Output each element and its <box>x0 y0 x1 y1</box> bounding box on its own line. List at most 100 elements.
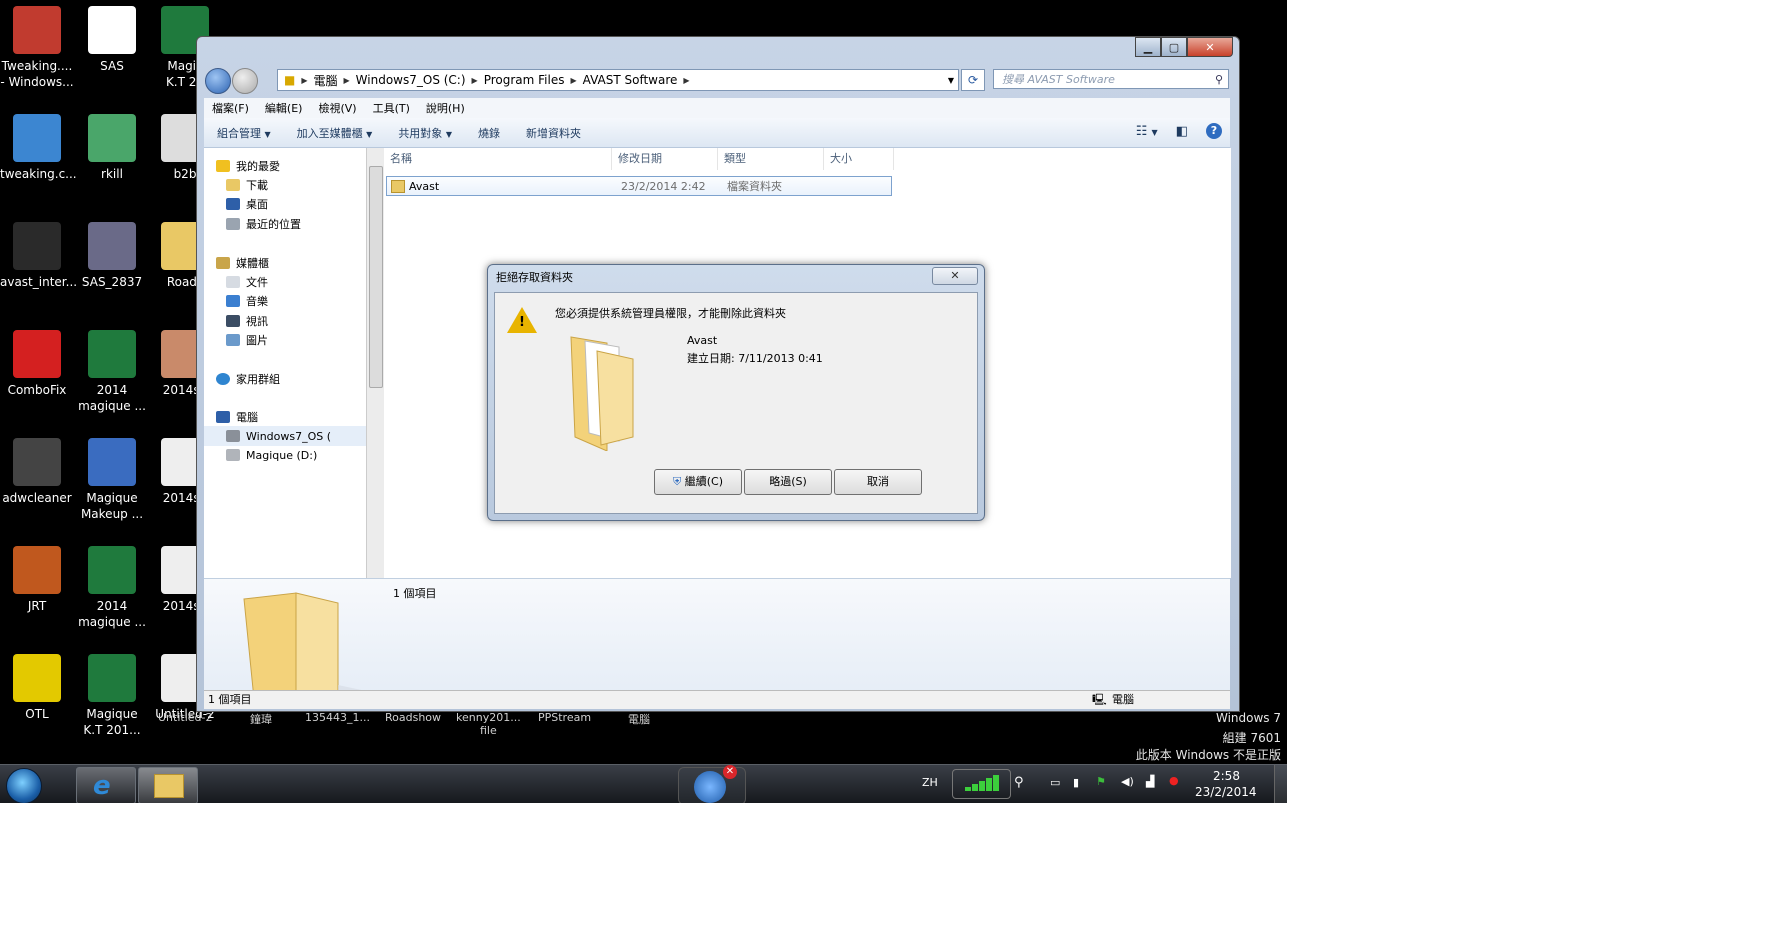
forward-button[interactable] <box>232 68 258 94</box>
cancel-button[interactable]: 取消 <box>834 469 922 495</box>
clock-date[interactable]: 23/2/2014 <box>1195 785 1257 799</box>
drive-icon <box>226 449 240 461</box>
column-modified[interactable]: 修改日期 <box>612 148 718 170</box>
minimize-button[interactable]: ▁ <box>1135 37 1161 57</box>
taskbar-ie[interactable]: e <box>76 767 136 803</box>
desktop-icon[interactable]: OTL <box>0 654 74 722</box>
desktop-icon-label-partial[interactable]: 鐘瑋 <box>250 711 272 727</box>
file-modified: 23/2/2014 2:42 <box>621 179 706 193</box>
menu-view[interactable]: 檢視(V) <box>310 100 364 116</box>
taskbar-explorer[interactable] <box>138 767 198 803</box>
desktop-icon[interactable]: 2014 magique ... <box>75 546 149 630</box>
wireless-icon[interactable]: ⚲ <box>1014 775 1024 790</box>
signal-bar <box>979 781 985 791</box>
dialog-close-button[interactable]: ✕ <box>932 267 978 285</box>
desktop-icon[interactable]: Tweaking.... - Windows... <box>0 6 74 90</box>
desktop-icon[interactable]: ComboFix <box>0 330 74 398</box>
preview-pane-icon[interactable]: ◧ <box>1176 124 1188 139</box>
desktop-icon[interactable]: SAS_2837 <box>75 222 149 290</box>
desktop-icon[interactable]: tweaking.c... <box>0 114 77 182</box>
continue-label: 繼續(C) <box>684 475 723 488</box>
nav-documents[interactable]: 文件 <box>226 272 268 292</box>
view-options-icon[interactable]: ☷ ▼ <box>1136 124 1158 139</box>
column-name[interactable]: 名稱 <box>384 148 612 170</box>
include-library-button[interactable]: 加入至媒體櫃 ▼ <box>284 125 386 141</box>
desktop-icon-label-partial[interactable]: PPStream <box>538 711 591 724</box>
help-icon[interactable]: ? <box>1206 123 1222 139</box>
notification-icon[interactable]: ● <box>1169 774 1179 787</box>
start-button[interactable] <box>6 768 42 803</box>
desktop-icon[interactable]: 2014 magique ... <box>75 330 149 414</box>
table-row[interactable]: Avast 23/2/2014 2:42 檔案資料夾 <box>386 176 892 196</box>
burn-button[interactable]: 燒錄 <box>465 125 513 141</box>
continue-button[interactable]: ⛨ 繼續(C) <box>654 469 742 495</box>
close-button[interactable]: ✕ <box>1187 37 1233 57</box>
desktop-icon[interactable]: JRT <box>0 546 74 614</box>
desktop-icon-label-partial[interactable]: Roadshow <box>385 711 441 724</box>
desktop-icon[interactable]: Magique K.T 201... <box>75 654 149 738</box>
usb-icon[interactable]: ▭ <box>1050 776 1060 789</box>
nav-favorites[interactable]: 我的最愛 <box>216 156 280 176</box>
watermark-line1: Windows 7 <box>1215 711 1281 725</box>
menu-help[interactable]: 說明(H) <box>418 100 473 116</box>
refresh-button[interactable]: ⟳ <box>961 69 985 91</box>
nav-drive-c[interactable]: Windows7_OS ( <box>204 426 366 446</box>
nav-computer[interactable]: 電腦 <box>216 407 258 427</box>
nav-homegroup[interactable]: 家用群組 <box>216 369 280 389</box>
nav-label: 視訊 <box>246 315 268 328</box>
nav-desktop[interactable]: 桌面 <box>226 194 268 214</box>
taskbar-avast[interactable]: ✕ <box>678 765 746 803</box>
breadcrumb-drive[interactable]: Windows7_OS (C:) <box>350 73 472 87</box>
recent-places-icon <box>226 218 240 230</box>
menu-tools[interactable]: 工具(T) <box>365 100 418 116</box>
search-input[interactable]: 搜尋 AVAST Software ⚲ <box>993 69 1229 89</box>
nav-videos[interactable]: 視訊 <box>226 311 268 331</box>
skip-button[interactable]: 略過(S) <box>744 469 832 495</box>
breadcrumb-computer[interactable]: 電腦 <box>308 72 344 89</box>
network-icon[interactable]: ▟ <box>1146 775 1154 788</box>
desktop-icon-label-partial[interactable]: kenny201... file <box>456 711 521 737</box>
nav-libraries[interactable]: 媒體櫃 <box>216 253 269 273</box>
folder-icon <box>570 336 634 451</box>
homegroup-icon <box>216 373 230 385</box>
nav-drive-d[interactable]: Magique (D:) <box>226 445 317 465</box>
desktop-icon-label-partial[interactable]: 135443_1... <box>305 711 370 724</box>
breadcrumb-program-files[interactable]: Program Files <box>478 73 571 87</box>
chevron-down-icon[interactable]: ▼ <box>948 76 958 85</box>
share-with-button[interactable]: 共用對象 ▼ <box>385 125 465 141</box>
new-folder-button[interactable]: 新增資料夾 <box>513 125 594 141</box>
nav-recent[interactable]: 最近的位置 <box>226 214 301 234</box>
desktop-icon[interactable]: adwcleaner <box>0 438 74 506</box>
back-button[interactable] <box>205 68 231 94</box>
show-desktop-button[interactable] <box>1274 765 1287 803</box>
clock-time[interactable]: 2:58 <box>1213 769 1240 783</box>
nav-music[interactable]: 音樂 <box>226 291 268 311</box>
action-center-icon[interactable]: ⚑ <box>1096 775 1106 788</box>
scrollbar-thumb[interactable] <box>369 166 383 388</box>
access-denied-dialog[interactable]: 拒絕存取資料夾 ✕ ! 您必須提供系統管理員權限，才能刪除此資料夾 Avast … <box>487 264 985 521</box>
menu-edit[interactable]: 編輯(E) <box>257 100 311 116</box>
language-indicator[interactable]: ZH <box>922 776 938 789</box>
menu-file[interactable]: 檔案(F) <box>204 100 257 116</box>
nav-pictures[interactable]: 圖片 <box>226 330 268 350</box>
maximize-button[interactable]: ▢ <box>1161 37 1187 57</box>
organize-button[interactable]: 組合管理 ▼ <box>204 125 284 141</box>
desktop-icon[interactable]: avast_inter... <box>0 222 77 290</box>
nav-scrollbar[interactable] <box>366 148 384 578</box>
desktop-icon-label-partial[interactable]: Untitled-2 <box>158 711 212 724</box>
details-pane: 1 個項目 <box>204 578 1230 707</box>
power-icon[interactable]: ▮ <box>1073 776 1079 789</box>
desktop-icon[interactable]: Magique Makeup ... <box>75 438 149 522</box>
network-meter[interactable] <box>952 769 1011 799</box>
column-size[interactable]: 大小 <box>824 148 894 170</box>
app-icon <box>13 654 61 702</box>
desktop-icon[interactable]: SAS <box>75 6 149 74</box>
desktop-icon[interactable]: rkill <box>75 114 149 182</box>
nav-downloads[interactable]: 下載 <box>226 175 268 195</box>
breadcrumb-avast-software[interactable]: AVAST Software <box>577 73 684 87</box>
desktop-icon-label-partial[interactable]: 電腦 <box>628 711 650 727</box>
volume-icon[interactable]: ◀) <box>1121 775 1134 788</box>
dialog-title: 拒絕存取資料夾 <box>496 271 573 284</box>
column-type[interactable]: 類型 <box>718 148 824 170</box>
address-bar[interactable]: ■ ▶ 電腦 ▶ Windows7_OS (C:) ▶ Program File… <box>277 69 959 91</box>
